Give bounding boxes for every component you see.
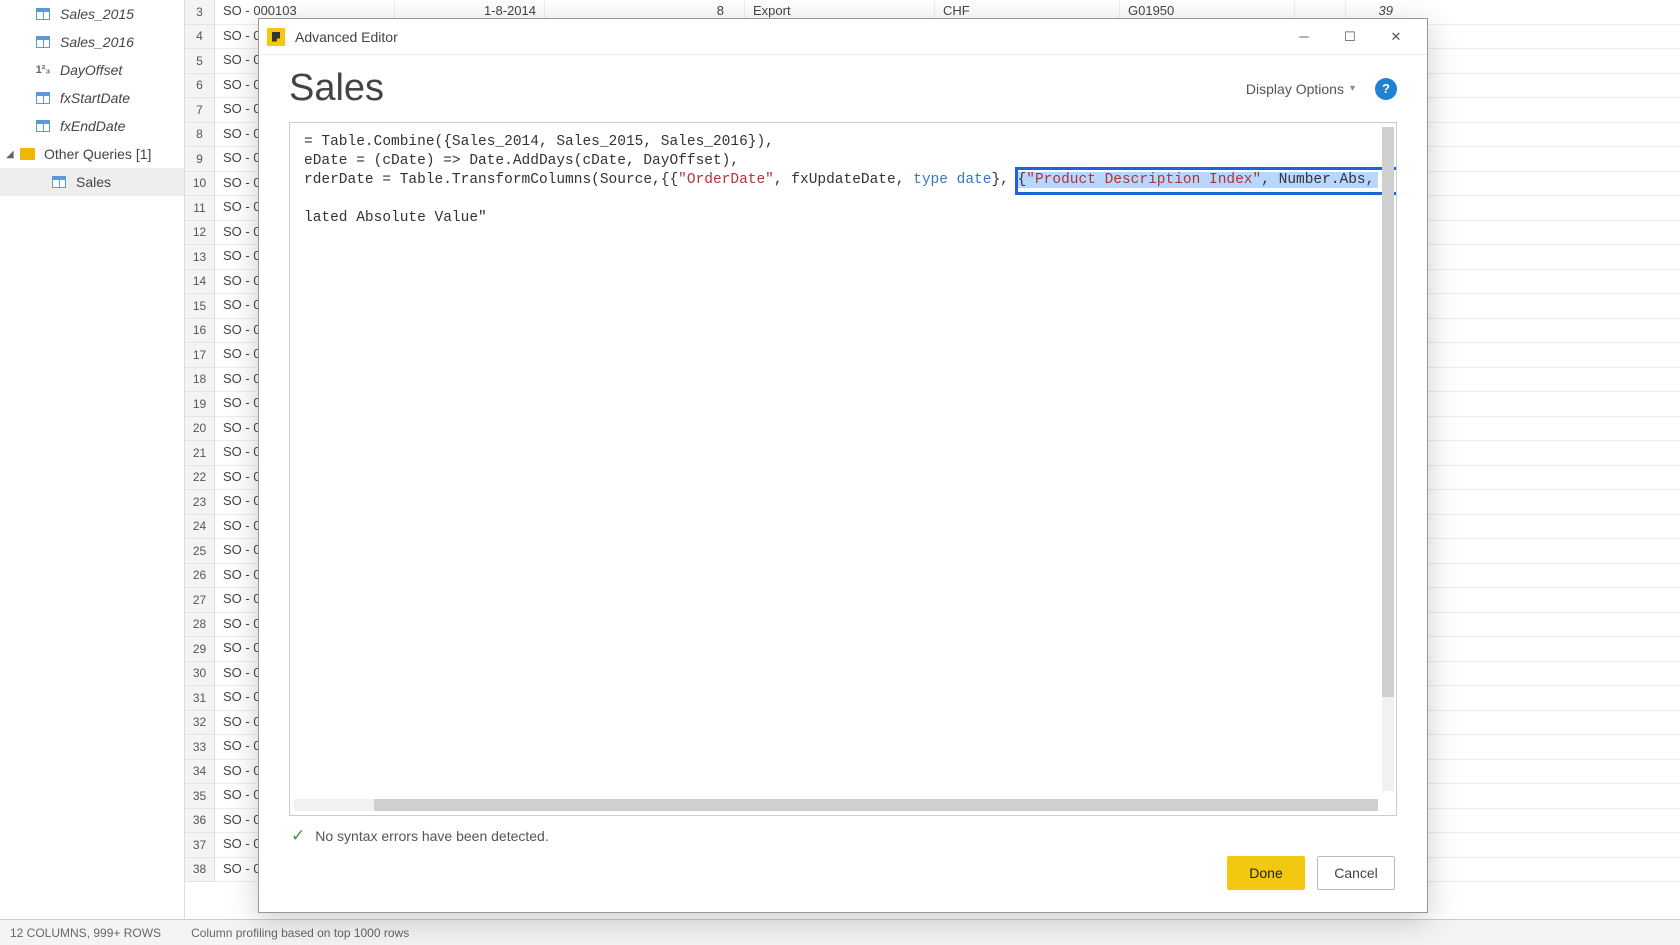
row-header[interactable]: 16 (185, 319, 215, 344)
query-navigator-sidebar[interactable]: Sales_2015 Sales_2016 1²₃ DayOffset fxSt… (0, 0, 185, 919)
table-icon (50, 175, 68, 189)
advanced-editor-dialog: Advanced Editor ─ ☐ ✕ Sales Display Opti… (258, 18, 1428, 913)
query-label: DayOffset (60, 62, 122, 78)
display-options-dropdown[interactable]: Display Options ▾ (1246, 81, 1355, 97)
editor-vertical-scrollbar[interactable] (1382, 127, 1394, 791)
query-label: fxEndDate (60, 118, 125, 134)
status-profiling: Column profiling based on top 1000 rows (191, 926, 409, 940)
query-item-fxenddate[interactable]: fxEndDate (0, 112, 184, 140)
query-item-dayoffset[interactable]: 1²₃ DayOffset (0, 56, 184, 84)
editor-horizontal-scrollbar[interactable] (294, 799, 1378, 811)
close-button[interactable]: ✕ (1373, 22, 1419, 52)
query-group-other[interactable]: ◢ Other Queries [1] (0, 140, 184, 168)
chevron-down-icon: ◢ (6, 149, 14, 160)
row-header[interactable]: 31 (185, 686, 215, 711)
row-header[interactable]: 28 (185, 613, 215, 638)
row-header[interactable]: 35 (185, 784, 215, 809)
row-header[interactable]: 8 (185, 123, 215, 148)
row-header[interactable]: 37 (185, 833, 215, 858)
query-item-fxstartdate[interactable]: fxStartDate (0, 84, 184, 112)
powerbi-icon (267, 28, 285, 46)
group-label: Other Queries [1] (44, 146, 151, 162)
row-header[interactable]: 4 (185, 25, 215, 50)
table-icon (34, 7, 52, 21)
row-header[interactable]: 22 (185, 466, 215, 491)
table-icon (34, 119, 52, 133)
row-header[interactable]: 10 (185, 172, 215, 197)
query-item-sales-2015[interactable]: Sales_2015 (0, 0, 184, 28)
dialog-window-title: Advanced Editor (295, 29, 398, 45)
query-item-sales-2016[interactable]: Sales_2016 (0, 28, 184, 56)
row-header[interactable]: 7 (185, 98, 215, 123)
row-header[interactable]: 30 (185, 662, 215, 687)
row-header[interactable]: 9 (185, 147, 215, 172)
check-icon: ✓ (291, 826, 305, 846)
number-icon: 1²₃ (34, 63, 52, 77)
row-header[interactable]: 32 (185, 711, 215, 736)
row-header[interactable]: 27 (185, 588, 215, 613)
display-options-label: Display Options (1246, 81, 1344, 97)
folder-icon (18, 147, 36, 161)
query-label: Sales_2015 (60, 6, 134, 22)
maximize-button[interactable]: ☐ (1327, 22, 1373, 52)
row-header[interactable]: 12 (185, 221, 215, 246)
row-header[interactable]: 14 (185, 270, 215, 295)
row-header[interactable]: 3 (185, 0, 215, 25)
code-editor[interactable]: = Table.Combine({Sales_2014, Sales_2015,… (289, 122, 1397, 816)
row-header[interactable]: 25 (185, 539, 215, 564)
chevron-down-icon: ▾ (1350, 83, 1355, 94)
row-header[interactable]: 20 (185, 417, 215, 442)
row-header[interactable]: 21 (185, 441, 215, 466)
row-header[interactable]: 5 (185, 49, 215, 74)
query-label: Sales (76, 174, 111, 190)
row-header[interactable]: 36 (185, 809, 215, 834)
dialog-title: Sales (289, 67, 384, 110)
row-header[interactable]: 13 (185, 245, 215, 270)
syntax-message: No syntax errors have been detected. (315, 828, 548, 844)
row-header[interactable]: 18 (185, 368, 215, 393)
row-header[interactable]: 34 (185, 760, 215, 785)
row-header[interactable]: 33 (185, 735, 215, 760)
table-icon (34, 91, 52, 105)
table-icon (34, 35, 52, 49)
row-header[interactable]: 26 (185, 564, 215, 589)
query-label: fxStartDate (60, 90, 130, 106)
row-header[interactable]: 17 (185, 343, 215, 368)
cancel-button[interactable]: Cancel (1317, 856, 1395, 890)
row-header[interactable]: 15 (185, 294, 215, 319)
row-header[interactable]: 6 (185, 74, 215, 99)
row-header[interactable]: 24 (185, 515, 215, 540)
row-header[interactable]: 29 (185, 637, 215, 662)
minimize-button[interactable]: ─ (1281, 22, 1327, 52)
done-button[interactable]: Done (1227, 856, 1305, 890)
status-bar: 12 COLUMNS, 999+ ROWS Column profiling b… (0, 919, 1680, 945)
row-header[interactable]: 19 (185, 392, 215, 417)
help-icon[interactable]: ? (1375, 78, 1397, 100)
dialog-titlebar[interactable]: Advanced Editor ─ ☐ ✕ (259, 19, 1427, 55)
row-header[interactable]: 38 (185, 858, 215, 883)
query-label: Sales_2016 (60, 34, 134, 50)
syntax-status: ✓ No syntax errors have been detected. (289, 816, 1397, 856)
row-header[interactable]: 23 (185, 490, 215, 515)
status-columns-rows: 12 COLUMNS, 999+ ROWS (10, 926, 161, 940)
row-header[interactable]: 11 (185, 196, 215, 221)
query-item-sales[interactable]: Sales (0, 168, 184, 196)
